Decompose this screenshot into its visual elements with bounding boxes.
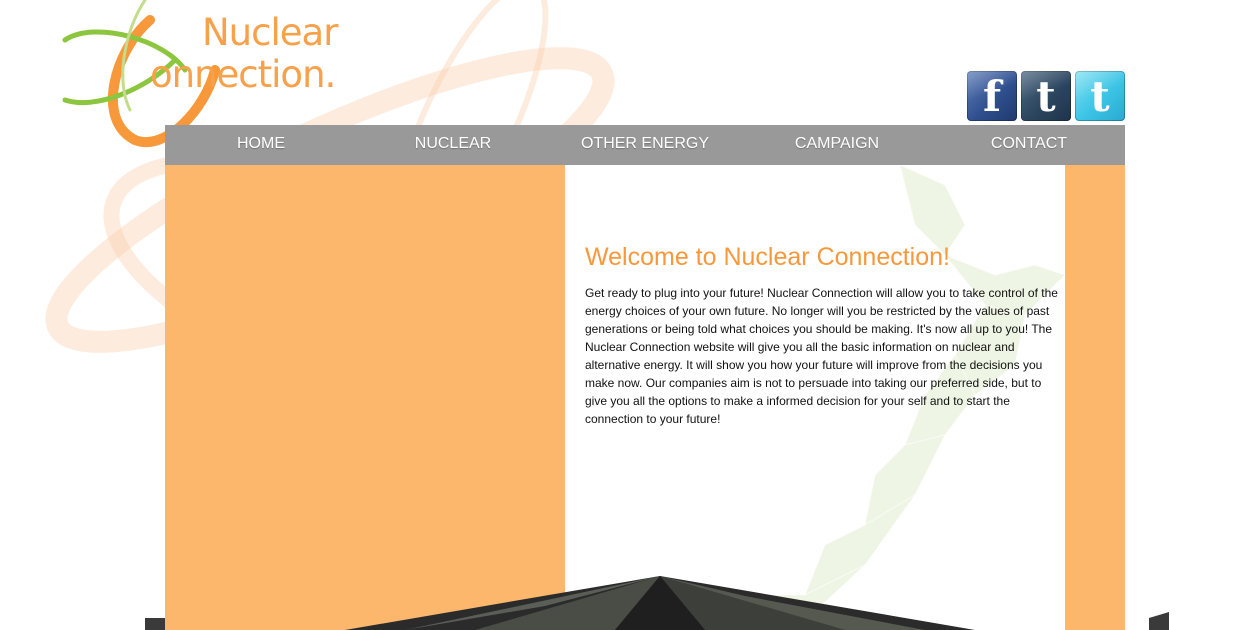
logo-text-line1: Nuclear <box>202 11 338 54</box>
page-title: Welcome to Nuclear Connection! <box>585 243 950 271</box>
nav-contact[interactable]: CONTACT <box>933 125 1125 165</box>
tumblr-icon: t <box>1036 71 1056 121</box>
nav-home[interactable]: HOME <box>165 125 357 165</box>
right-sidebar-panel <box>1065 165 1125 630</box>
twitter-button[interactable]: t <box>1075 71 1125 121</box>
main-nav: HOME NUCLEAR OTHER ENERGY CAMPAIGN CONTA… <box>165 125 1125 165</box>
tumblr-button[interactable]: t <box>1021 71 1071 121</box>
nav-other-energy[interactable]: OTHER ENERGY <box>549 125 741 165</box>
intro-paragraph: Get ready to plug into your future! Nucl… <box>585 286 1058 426</box>
footer-graphic <box>145 576 1169 630</box>
nav-nuclear[interactable]: NUCLEAR <box>357 125 549 165</box>
facebook-icon: f <box>982 71 1002 121</box>
logo-text-line2: onnection. <box>150 53 336 96</box>
facebook-button[interactable]: f <box>967 71 1017 121</box>
left-sidebar-panel <box>165 165 565 630</box>
twitter-icon: t <box>1090 71 1110 121</box>
nav-campaign[interactable]: CAMPAIGN <box>741 125 933 165</box>
social-links: f t t <box>967 71 1125 121</box>
